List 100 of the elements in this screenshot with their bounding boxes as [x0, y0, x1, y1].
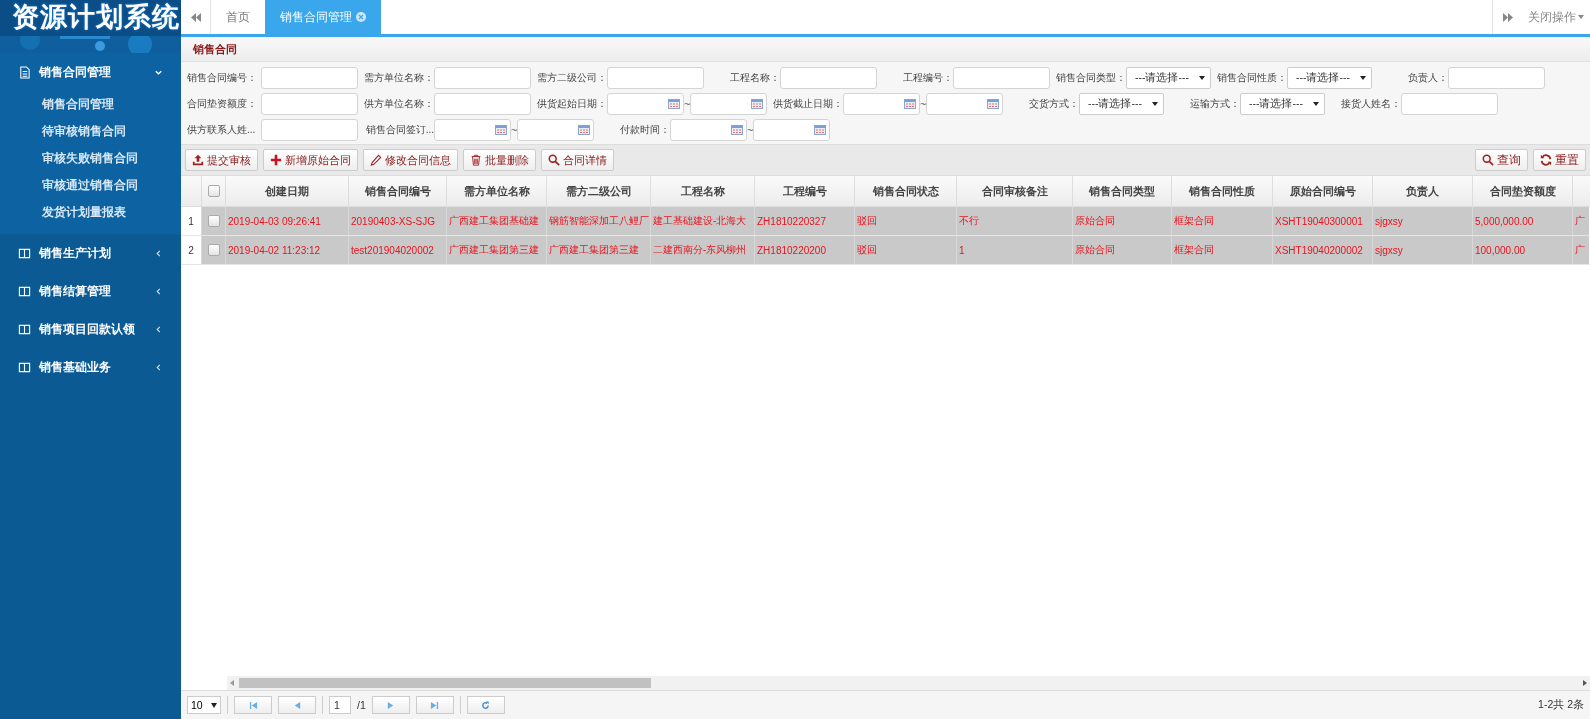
- range-separator: ~: [747, 124, 753, 136]
- dropdown[interactable]: ---请选择---: [1126, 67, 1211, 89]
- calendar-icon[interactable]: [751, 99, 763, 109]
- date-field[interactable]: [690, 93, 767, 115]
- text-field[interactable]: [780, 67, 877, 89]
- date-field[interactable]: [843, 93, 920, 115]
- calendar-icon[interactable]: [987, 99, 999, 109]
- date-field[interactable]: [670, 119, 747, 141]
- column-header[interactable]: 工程编号: [755, 176, 855, 206]
- row-checkbox[interactable]: [207, 244, 220, 256]
- text-field[interactable]: [434, 93, 531, 115]
- plus-icon: [270, 154, 282, 166]
- toolbar-button[interactable]: 修改合同信息: [363, 149, 458, 171]
- trash-icon: [470, 154, 482, 166]
- last-page-button[interactable]: [415, 696, 454, 714]
- text-field[interactable]: [1401, 93, 1498, 115]
- table-cell: test201904020002: [349, 236, 447, 264]
- field-label: 销售合同编号：: [187, 71, 258, 85]
- calendar-icon[interactable]: [904, 99, 916, 109]
- date-field[interactable]: [434, 119, 511, 141]
- scrollbar-thumb[interactable]: [239, 678, 651, 688]
- text-field[interactable]: [261, 119, 358, 141]
- sidebar-item[interactable]: 发货计划量报表: [0, 199, 181, 226]
- sidebar-group[interactable]: 销售合同管理: [0, 53, 181, 91]
- column-header[interactable]: 需方二级公司: [547, 176, 651, 206]
- date-field[interactable]: [517, 119, 594, 141]
- sidebar-group[interactable]: 销售基础业务: [0, 348, 181, 386]
- text-field[interactable]: [261, 93, 358, 115]
- columns-icon: [18, 284, 31, 298]
- column-header[interactable]: 合同垫资额度: [1473, 176, 1573, 206]
- next-page-icon: [386, 700, 396, 710]
- date-field[interactable]: [753, 119, 830, 141]
- column-header[interactable]: 负责人: [1373, 176, 1473, 206]
- table-cell: 广: [1573, 207, 1589, 235]
- field-label: 合同垫资额度：: [187, 97, 258, 111]
- calendar-icon[interactable]: [731, 125, 743, 135]
- table-cell: 广西建工集团基础建: [447, 207, 547, 235]
- sidebar-group[interactable]: 销售项目回款认领: [0, 310, 181, 348]
- column-header[interactable]: 销售合同性质: [1172, 176, 1273, 206]
- text-field[interactable]: [434, 67, 531, 89]
- column-header[interactable]: 销售合同状态: [855, 176, 957, 206]
- chevron-left-icon: [154, 248, 163, 258]
- columns-icon: [18, 246, 31, 260]
- page-size-select[interactable]: 10: [187, 696, 221, 714]
- toolbar-button[interactable]: 新增原始合同: [263, 149, 358, 171]
- caret-icon: [1199, 75, 1205, 81]
- column-header[interactable]: 销售合同类型: [1073, 176, 1172, 206]
- table-cell: 建工基础建设-北海大: [651, 207, 755, 235]
- field-label: 交货方式：: [1028, 97, 1079, 111]
- calendar-icon[interactable]: [495, 125, 507, 135]
- sidebar-item[interactable]: 审核失败销售合同: [0, 145, 181, 172]
- calendar-icon[interactable]: [578, 125, 590, 135]
- double-right-arrow-icon: [1502, 12, 1513, 22]
- toolbar-button[interactable]: 合同详情: [541, 149, 614, 171]
- table-cell: sjgxsy: [1373, 236, 1473, 264]
- sidebar-item[interactable]: 审核通过销售合同: [0, 172, 181, 199]
- dropdown[interactable]: ---请选择---: [1079, 93, 1164, 115]
- calendar-icon[interactable]: [814, 125, 826, 135]
- caret-icon: [1152, 101, 1158, 107]
- previous-page-button[interactable]: [278, 696, 316, 714]
- sidebar-item[interactable]: 待审核销售合同: [0, 118, 181, 145]
- column-header[interactable]: 需方单位名称: [447, 176, 547, 206]
- dropdown[interactable]: ---请选择---: [1287, 67, 1372, 89]
- table-cell: XSHT19040200002: [1273, 236, 1373, 264]
- sidebar-item[interactable]: 销售合同管理: [0, 91, 181, 118]
- dropdown[interactable]: ---请选择---: [1240, 93, 1325, 115]
- field-label: 销售合同性质：: [1216, 71, 1287, 85]
- next-page-button[interactable]: [371, 696, 410, 714]
- previous-page-icon: [292, 700, 302, 710]
- column-header[interactable]: 合同审核备注: [957, 176, 1073, 206]
- refresh-button[interactable]: [466, 696, 505, 714]
- column-header[interactable]: 原始合同编号: [1273, 176, 1373, 206]
- reset-button[interactable]: 重置: [1533, 149, 1586, 171]
- sidebar-group[interactable]: 销售结算管理: [0, 272, 181, 310]
- page-input[interactable]: 1: [329, 696, 351, 714]
- close-icon[interactable]: [356, 12, 366, 22]
- first-page-button[interactable]: [234, 696, 272, 714]
- field-label: 销售合同类型：: [1055, 71, 1126, 85]
- text-field[interactable]: [261, 67, 358, 89]
- text-field[interactable]: [1448, 67, 1545, 89]
- date-field[interactable]: [926, 93, 1003, 115]
- query-button[interactable]: 查询: [1475, 149, 1528, 171]
- range-separator: ~: [920, 98, 926, 110]
- date-field[interactable]: [607, 93, 684, 115]
- table-cell: ZH1810220200: [755, 236, 855, 264]
- table-cell: 广西建工集团第三建: [547, 236, 651, 264]
- toolbar-button[interactable]: 批量删除: [463, 149, 536, 171]
- text-field[interactable]: [607, 67, 704, 89]
- row-checkbox[interactable]: [207, 215, 220, 227]
- toolbar-button[interactable]: 提交审核: [185, 149, 258, 171]
- text-field[interactable]: [953, 67, 1050, 89]
- calendar-icon[interactable]: [668, 99, 680, 109]
- sidebar-group[interactable]: 销售生产计划: [0, 234, 181, 272]
- column-header[interactable]: 创建日期: [226, 176, 349, 206]
- chevron-left-icon: [154, 286, 163, 296]
- select-all-checkbox[interactable]: [207, 185, 220, 197]
- field-label: 需方单位名称：: [363, 71, 434, 85]
- caret-icon: [1313, 101, 1319, 107]
- column-header[interactable]: 销售合同编号: [349, 176, 447, 206]
- column-header[interactable]: 工程名称: [651, 176, 755, 206]
